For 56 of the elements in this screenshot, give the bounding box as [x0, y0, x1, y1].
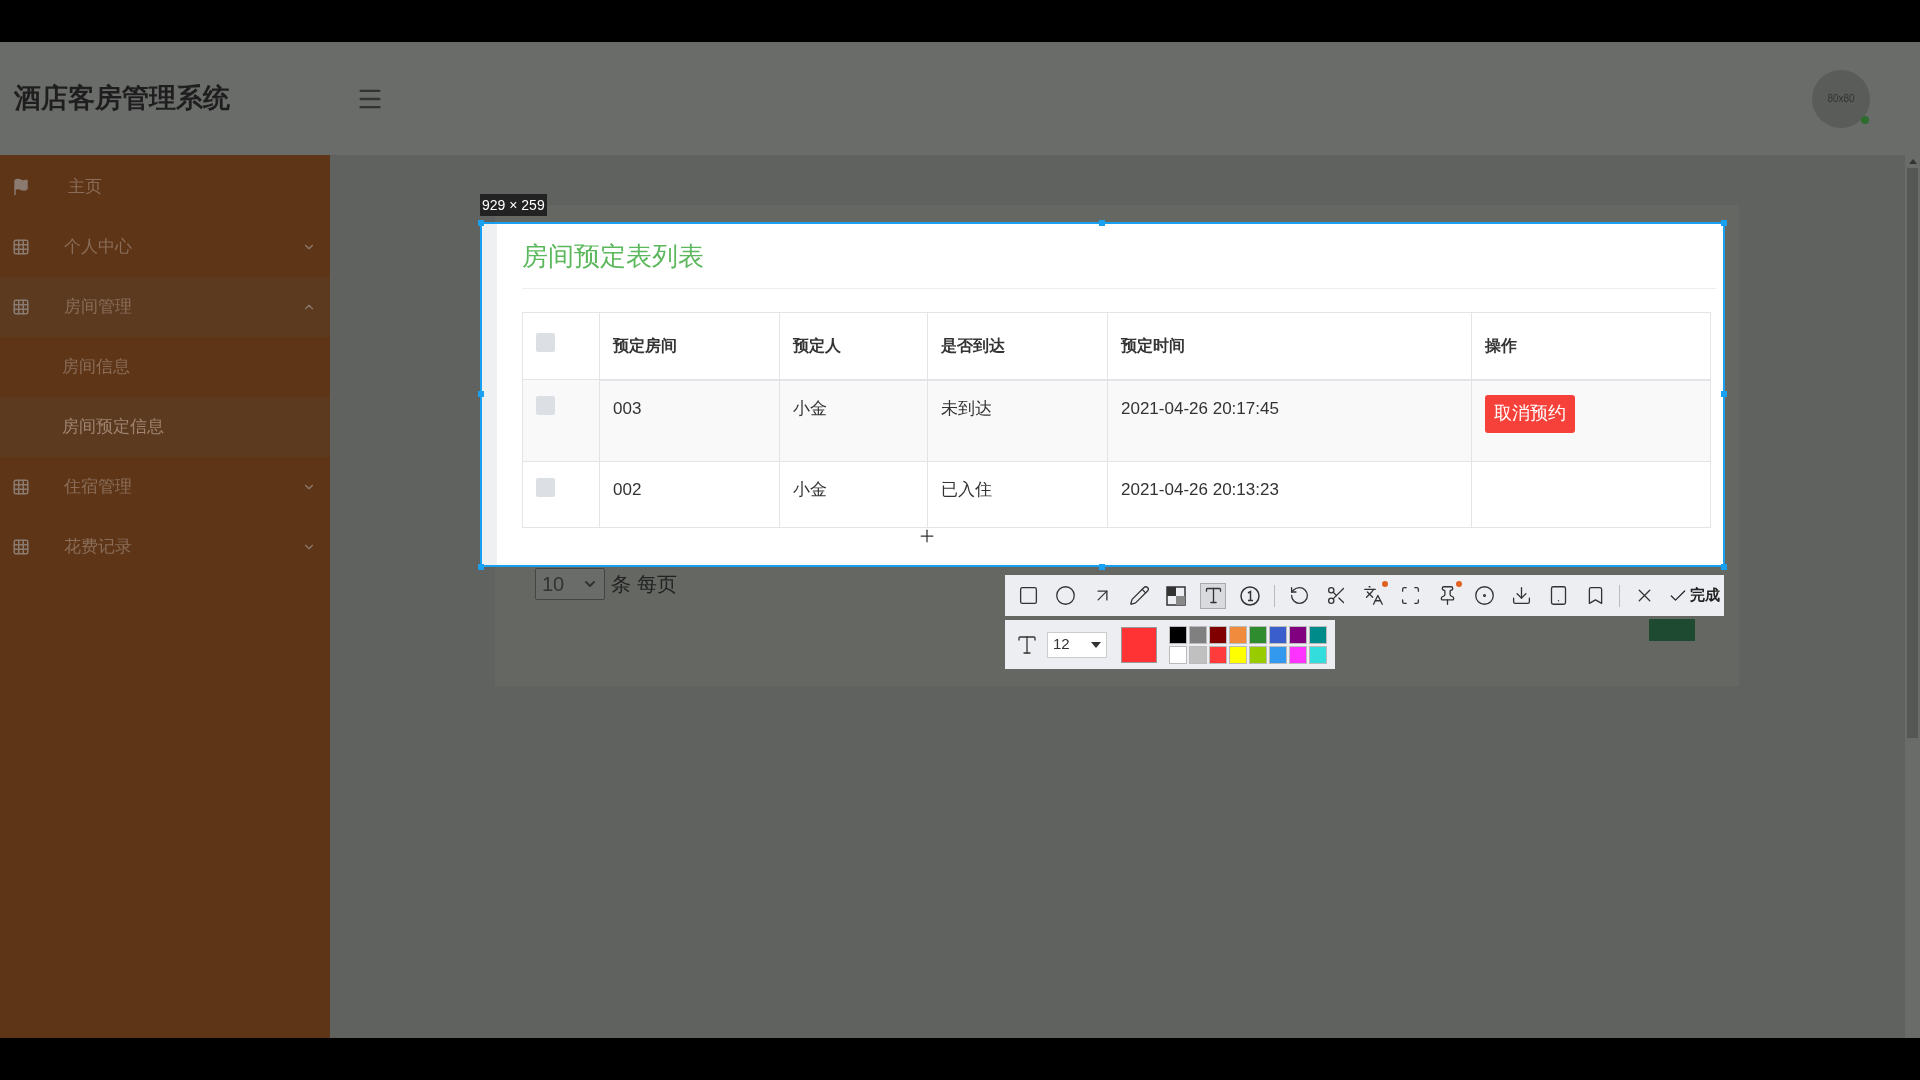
resize-handle[interactable] [478, 391, 484, 397]
column-header: 预定时间 [1121, 336, 1185, 354]
color-swatch[interactable] [1309, 625, 1327, 644]
table-cell: 未到达 [941, 398, 992, 418]
color-swatch[interactable] [1229, 625, 1247, 644]
font-size-select[interactable]: 12 [1047, 631, 1107, 658]
color-swatch[interactable] [1169, 625, 1187, 644]
column-header: 是否到达 [941, 336, 1005, 354]
grid-icon [12, 478, 30, 496]
sidebar-subitem[interactable]: 房间预定信息 [0, 397, 330, 457]
color-swatch[interactable] [1209, 625, 1227, 644]
grid-icon [12, 538, 30, 556]
color-swatch[interactable] [1249, 645, 1267, 664]
size-label: 929 × 259 [480, 194, 547, 216]
table-cell: 2021-04-26 20:17:45 [1121, 398, 1279, 418]
table-cell: 002 [613, 480, 642, 499]
resize-handle[interactable] [478, 220, 484, 226]
color-swatch[interactable] [1209, 645, 1227, 664]
done-button[interactable]: 完成 [1668, 584, 1720, 607]
flag-icon [12, 178, 30, 196]
current-color-swatch[interactable] [1121, 626, 1157, 663]
grid-icon [12, 238, 30, 256]
column-header: 预定房间 [613, 336, 677, 354]
resize-handle[interactable] [1099, 564, 1105, 570]
row-checkbox[interactable] [536, 332, 555, 352]
row-checkbox[interactable] [536, 396, 555, 415]
resize-handle[interactable] [1099, 220, 1105, 226]
color-swatch[interactable] [1309, 645, 1327, 664]
table-cell: 小金 [793, 398, 827, 418]
column-header: 预定人 [793, 336, 841, 354]
cancel-booking-button[interactable]: 取消预约 [1485, 394, 1575, 433]
card-title: 房间预定表列表 [522, 237, 704, 289]
resize-handle[interactable] [1721, 220, 1727, 226]
grid-icon [12, 298, 30, 316]
color-swatch[interactable] [1289, 645, 1307, 664]
resize-handle[interactable] [478, 564, 484, 570]
table-cell: 小金 [793, 480, 827, 499]
column-header: 操作 [1485, 336, 1517, 354]
row-checkbox[interactable] [536, 478, 555, 497]
color-swatch[interactable] [1169, 645, 1187, 664]
page-size-label: 条 每页 [611, 572, 677, 597]
color-swatch[interactable] [1189, 625, 1207, 644]
color-swatch[interactable] [1229, 645, 1247, 664]
table-cell: 已入住 [941, 480, 992, 499]
color-swatch[interactable] [1289, 625, 1307, 644]
color-swatch[interactable] [1249, 625, 1267, 644]
table-cell: 003 [613, 398, 642, 418]
resize-handle[interactable] [1721, 564, 1727, 570]
resize-handle[interactable] [1721, 391, 1727, 397]
table-cell: 2021-04-26 20:13:23 [1121, 480, 1279, 499]
text-icon[interactable] [1200, 582, 1226, 609]
color-swatch[interactable] [1269, 625, 1287, 644]
app-title: 酒店客房管理系统 [14, 82, 231, 116]
page-size-select[interactable]: 10 [535, 568, 605, 600]
color-swatch[interactable] [1189, 645, 1207, 664]
color-swatch[interactable] [1269, 645, 1287, 664]
